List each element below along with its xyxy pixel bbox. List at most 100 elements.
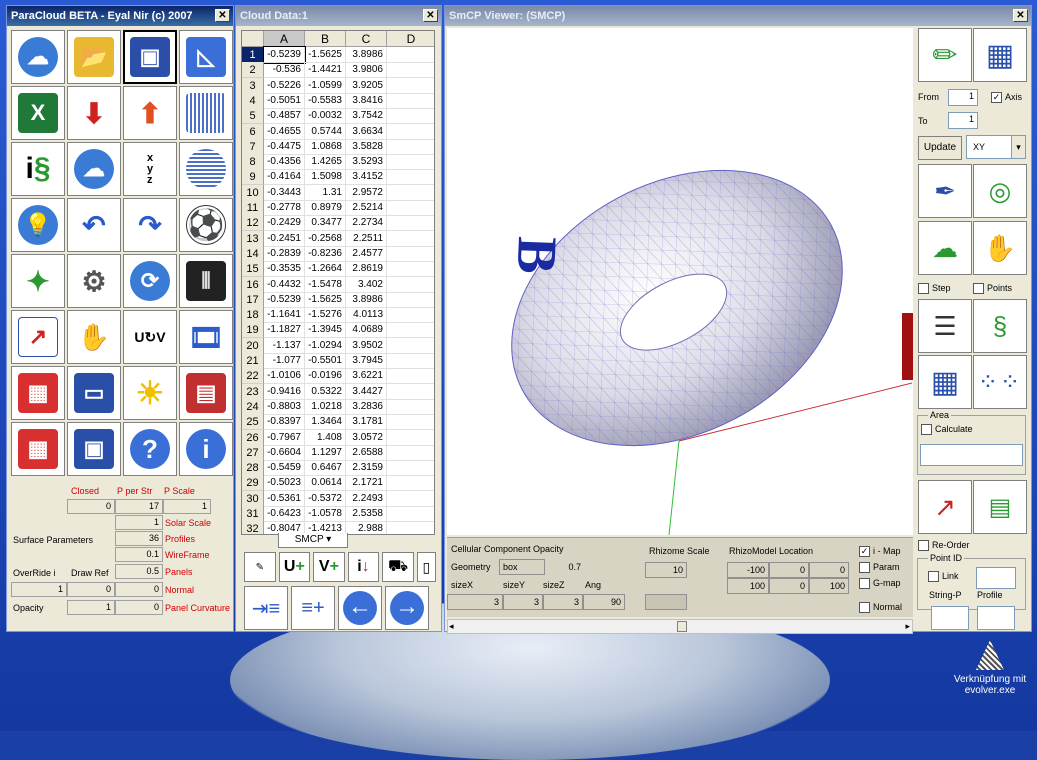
table-cell[interactable] bbox=[387, 108, 434, 125]
table-cell[interactable]: 3.9502 bbox=[346, 337, 387, 354]
table-cell[interactable] bbox=[387, 215, 434, 232]
table-cell[interactable]: -1.1641 bbox=[264, 307, 305, 324]
close-button[interactable]: ✕ bbox=[1013, 9, 1028, 22]
table-cell[interactable] bbox=[387, 292, 434, 308]
ang-field[interactable]: 90 bbox=[583, 594, 625, 610]
column-header-a[interactable]: A bbox=[264, 31, 305, 47]
loc-r2-c2[interactable]: 0 bbox=[769, 578, 809, 594]
import-points-icon[interactable]: ⬇ bbox=[67, 86, 121, 140]
link-checkbox[interactable]: Link bbox=[928, 571, 959, 583]
table-cell[interactable]: 2.8619 bbox=[346, 261, 387, 278]
profile-field[interactable] bbox=[977, 606, 1015, 630]
row-number[interactable]: 8 bbox=[242, 154, 264, 171]
loc-r1-c1[interactable]: -100 bbox=[727, 562, 769, 578]
grid-lines-icon[interactable]: ▦ bbox=[918, 355, 972, 409]
info-dna-icon[interactable]: i § bbox=[11, 142, 65, 196]
table-cell[interactable]: -1.5625 bbox=[305, 291, 346, 308]
table-cell[interactable] bbox=[387, 185, 434, 201]
table-cell[interactable]: 1.408 bbox=[305, 429, 346, 446]
table-cell[interactable]: -1.0578 bbox=[305, 506, 346, 522]
row-number[interactable]: 9 bbox=[242, 169, 264, 186]
table-cell[interactable]: 2.2734 bbox=[346, 215, 387, 232]
table-cell[interactable]: -1.2664 bbox=[305, 261, 346, 278]
table-cell[interactable]: 3.402 bbox=[346, 276, 387, 293]
row-number[interactable]: 30 bbox=[242, 490, 264, 507]
row-number[interactable]: 11 bbox=[242, 200, 264, 216]
table-cell[interactable]: -0.2429 bbox=[264, 215, 305, 232]
evolver-shortcut[interactable]: Verknüpfung mit evolver.exe bbox=[945, 640, 1035, 696]
table-cell[interactable]: 3.5828 bbox=[346, 138, 387, 155]
table-cell[interactable]: 2.4577 bbox=[346, 245, 387, 262]
row-number[interactable]: 2 bbox=[242, 62, 264, 79]
add-v-icon[interactable]: V + bbox=[313, 552, 345, 582]
table-cell[interactable]: 2.3159 bbox=[346, 460, 387, 477]
table-cell[interactable]: -1.0106 bbox=[264, 368, 305, 385]
column-header-c[interactable]: C bbox=[346, 31, 387, 47]
table-cell[interactable]: 3.5293 bbox=[346, 154, 387, 171]
table-cell[interactable]: 4.0689 bbox=[346, 322, 387, 339]
table-cell[interactable] bbox=[387, 62, 434, 79]
monitor-icon[interactable]: ▭ bbox=[67, 366, 121, 420]
row-number[interactable]: 15 bbox=[242, 261, 264, 278]
red-grid-table-icon[interactable]: ▦ bbox=[11, 422, 65, 476]
row-number[interactable]: 25 bbox=[242, 414, 264, 431]
table-cell[interactable]: -0.2451 bbox=[264, 230, 305, 247]
points-checkbox[interactable]: Points bbox=[973, 283, 1012, 295]
import-list-icon[interactable]: ⇥≡ bbox=[244, 586, 288, 630]
table-cell[interactable]: 1.1297 bbox=[305, 444, 346, 461]
table-cell[interactable]: -0.5583 bbox=[305, 92, 346, 109]
loc-r1-c2[interactable]: 0 bbox=[769, 562, 809, 578]
scroll-thumb[interactable] bbox=[677, 621, 687, 632]
horizontal-scrollbar[interactable]: ◂ ▸ bbox=[447, 619, 913, 634]
row-number[interactable]: 26 bbox=[242, 429, 264, 446]
cloud-icon[interactable]: ☁ bbox=[11, 30, 65, 84]
loc-r2-c3[interactable]: 100 bbox=[809, 578, 849, 594]
table-cell[interactable]: -0.536 bbox=[264, 62, 305, 79]
table-cell[interactable] bbox=[387, 47, 434, 63]
table-cell[interactable]: -1.0599 bbox=[305, 77, 346, 94]
table-cell[interactable]: -0.4655 bbox=[264, 123, 305, 140]
table-cell[interactable]: -0.4857 bbox=[264, 108, 305, 125]
table-cell[interactable]: 1.31 bbox=[305, 184, 346, 201]
table-cell[interactable]: 3.7945 bbox=[346, 353, 387, 369]
reorder-checkbox[interactable]: Re-Order bbox=[918, 540, 970, 552]
table-cell[interactable]: 3.2836 bbox=[346, 398, 387, 415]
table-cell[interactable]: -1.4421 bbox=[305, 62, 346, 79]
row-number[interactable]: 1 bbox=[242, 47, 264, 63]
row-number[interactable]: 13 bbox=[242, 230, 264, 247]
table-cell[interactable] bbox=[387, 307, 434, 324]
table-cell[interactable]: 2.9572 bbox=[346, 184, 387, 201]
dna-hand-icon[interactable]: ✋ bbox=[973, 221, 1027, 275]
table-cell[interactable]: -0.5239 bbox=[263, 46, 306, 64]
table-cell[interactable] bbox=[387, 353, 434, 369]
pencil-icon[interactable]: ✏ bbox=[918, 28, 972, 82]
open-folder-icon[interactable]: 📂 bbox=[67, 30, 121, 84]
row-number[interactable]: 29 bbox=[242, 475, 264, 492]
table-cell[interactable] bbox=[387, 246, 434, 262]
table-cell[interactable]: -1.5625 bbox=[305, 47, 346, 63]
column-header-d[interactable]: D bbox=[387, 31, 434, 47]
help-icon[interactable]: ? bbox=[123, 422, 177, 476]
horizontal-lines-icon[interactable] bbox=[179, 142, 233, 196]
table-cell[interactable] bbox=[387, 200, 434, 216]
table-cell[interactable] bbox=[387, 322, 434, 339]
row-number[interactable]: 10 bbox=[242, 184, 264, 201]
table-cell[interactable]: -0.5459 bbox=[264, 460, 305, 477]
chart-icon[interactable]: ↗ bbox=[918, 480, 972, 534]
scroll-right-icon[interactable]: ▸ bbox=[905, 621, 910, 632]
row-number[interactable]: 31 bbox=[242, 506, 264, 522]
wireframe-field[interactable]: 0.1 bbox=[115, 547, 163, 562]
table-cell[interactable]: 1.0868 bbox=[305, 138, 346, 155]
film-reel-icon[interactable]: 🎞 bbox=[179, 310, 233, 364]
sizex-field[interactable]: 3 bbox=[447, 594, 503, 610]
table-cell[interactable]: 2.6588 bbox=[346, 444, 387, 461]
table-cell[interactable]: 1.3464 bbox=[305, 414, 346, 431]
info-icon[interactable]: i bbox=[179, 422, 233, 476]
table-cell[interactable] bbox=[387, 124, 434, 140]
table-cell[interactable] bbox=[387, 475, 434, 492]
area-result-field[interactable] bbox=[920, 444, 1023, 466]
gmap-checkbox[interactable]: G-map bbox=[859, 578, 901, 590]
table-cell[interactable]: -0.5501 bbox=[305, 353, 346, 369]
table-cell[interactable] bbox=[387, 445, 434, 461]
table-cell[interactable]: 3.9205 bbox=[346, 77, 387, 94]
